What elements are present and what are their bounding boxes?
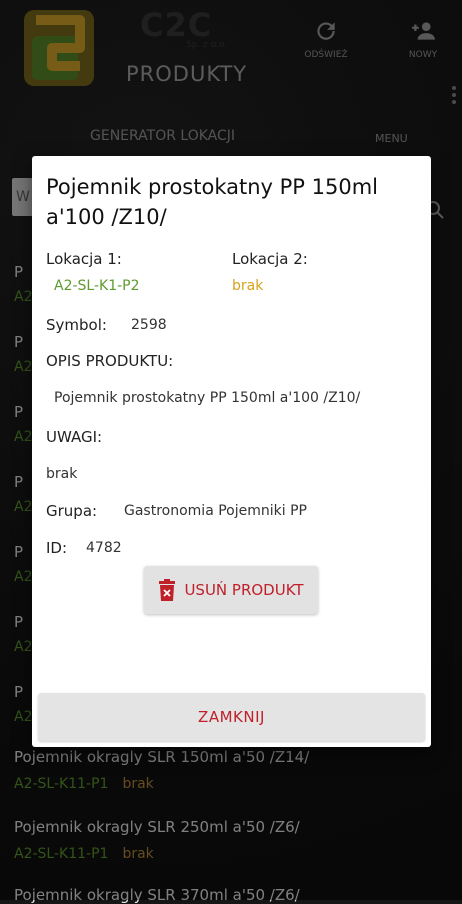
symbol-value: 2598 <box>131 317 167 333</box>
trash-icon <box>159 579 176 601</box>
close-button[interactable]: ZAMKNIJ <box>38 693 425 741</box>
location-1-value: A2-SL-K1-P2 <box>54 278 140 294</box>
group-value: Gastronomia Pojemniki PP <box>124 503 307 519</box>
location-1-label: Lokacja 1: <box>46 250 122 268</box>
description-label: OPIS PRODUKTU: <box>46 352 174 370</box>
id-value: 4782 <box>86 540 122 556</box>
product-details-dialog: Pojemnik prostokatny PP 150ml a'100 /Z10… <box>32 156 431 747</box>
location-2-value: brak <box>232 278 264 294</box>
notes-label: UWAGI: <box>46 428 103 446</box>
location-2-label: Lokacja 2: <box>232 250 308 268</box>
delete-product-label: USUŃ PRODUKT <box>184 581 304 599</box>
id-label: ID: <box>46 539 68 557</box>
group-label: Grupa: <box>46 502 98 520</box>
description-value: Pojemnik prostokatny PP 150ml a'100 /Z10… <box>54 390 361 406</box>
delete-product-button[interactable]: USUŃ PRODUKT <box>144 566 318 614</box>
symbol-label: Symbol: <box>46 316 107 334</box>
dialog-title: Pojemnik prostokatny PP 150ml a'100 /Z10… <box>46 175 379 229</box>
notes-value: brak <box>46 466 78 482</box>
